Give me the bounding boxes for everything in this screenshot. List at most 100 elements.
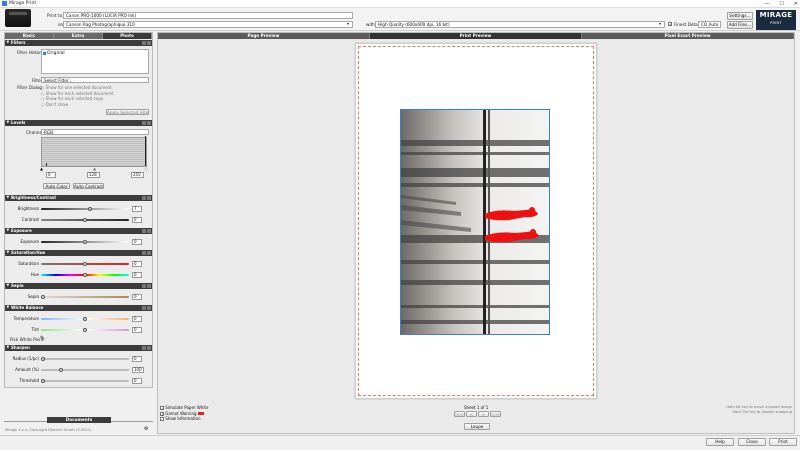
- collapse-icon[interactable]: ▼: [7, 305, 10, 311]
- sepia-slider[interactable]: [41, 294, 129, 299]
- auto-contrast-button[interactable]: Auto Contrast: [73, 183, 104, 189]
- slider-thumb[interactable]: [88, 206, 92, 211]
- slider-thumb[interactable]: [59, 367, 63, 372]
- close-icon[interactable]: [147, 305, 151, 310]
- radius-slider[interactable]: [41, 356, 129, 361]
- collapse-icon[interactable]: ▼: [7, 345, 10, 351]
- list-item[interactable]: Original: [42, 50, 148, 57]
- temperature-slider[interactable]: [41, 316, 129, 321]
- midpoint-handle[interactable]: ▲: [93, 166, 96, 171]
- color-mode-select[interactable]: CO Auto: [698, 21, 721, 28]
- black-point-input[interactable]: 0: [46, 172, 56, 178]
- documents-button[interactable]: Documents: [47, 417, 111, 423]
- slider-thumb[interactable]: [41, 378, 45, 383]
- chevron-down-icon[interactable]: ▾: [347, 21, 349, 26]
- channel-select[interactable]: RGB: [41, 129, 149, 135]
- reset-icon[interactable]: [142, 250, 146, 255]
- saturation-hue-header[interactable]: ▼ Saturation/Hue: [5, 250, 152, 256]
- close-icon[interactable]: [147, 40, 151, 45]
- tint-slider[interactable]: [41, 327, 129, 332]
- threshold-input[interactable]: 0: [132, 378, 142, 384]
- close-icon[interactable]: [147, 228, 151, 233]
- previous-sheet-button[interactable]: <: [466, 411, 477, 417]
- levels-header[interactable]: ▼ Levels: [5, 120, 152, 126]
- quality-select[interactable]: High Quality (600x600 dpi, 16 bit): [375, 21, 665, 28]
- maximize-button[interactable]: ☐: [779, 1, 783, 7]
- first-sheet-button[interactable]: |<<: [454, 411, 465, 417]
- reset-icon[interactable]: [142, 120, 146, 125]
- reset-icon[interactable]: [142, 345, 146, 350]
- close-icon[interactable]: [147, 345, 151, 350]
- contrast-slider[interactable]: [41, 217, 129, 222]
- tab-page-preview[interactable]: Page Preview: [158, 33, 370, 39]
- reset-icon[interactable]: [142, 228, 146, 233]
- collapse-icon[interactable]: ▼: [7, 40, 10, 46]
- minimize-button[interactable]: —: [764, 1, 769, 7]
- radio-option[interactable]: ○ Don't show: [41, 102, 114, 108]
- add-files-button[interactable]: Add Files...: [727, 21, 753, 29]
- collapse-icon[interactable]: ▼: [7, 120, 10, 126]
- tab-print-preview[interactable]: Print Preview: [370, 33, 582, 39]
- midpoint-input[interactable]: 128: [87, 172, 100, 178]
- filter-select[interactable]: Select Filter...: [41, 77, 149, 83]
- close-icon[interactable]: [147, 120, 151, 125]
- close-window-button[interactable]: ✕: [794, 1, 798, 7]
- close-icon[interactable]: [147, 250, 151, 255]
- brightness-contrast-header[interactable]: ▼ Brightness/Contrast: [5, 195, 152, 201]
- gamut-warning-checkbox[interactable]: ✓: [160, 411, 164, 416]
- photo-image[interactable]: [400, 109, 550, 335]
- reset-icon[interactable]: [142, 305, 146, 310]
- black-point-handle[interactable]: ▲: [40, 166, 43, 171]
- saturation-input[interactable]: 0: [132, 261, 142, 267]
- filters-header[interactable]: ▼ Filters: [5, 40, 152, 46]
- simulate-paper-white-checkbox[interactable]: ✓: [160, 406, 164, 411]
- show-information-checkbox[interactable]: [160, 417, 164, 421]
- sharpen-header[interactable]: ▼ Sharpen: [5, 345, 152, 351]
- filter-history-list[interactable]: Original: [41, 49, 149, 74]
- apply-filter-button[interactable]: Apply Selected Filter: [106, 109, 149, 115]
- sepia-header[interactable]: ▼ Sepia: [5, 283, 152, 289]
- show-information-option[interactable]: Show Information: [160, 416, 208, 422]
- loupe-button[interactable]: Loupe: [464, 423, 490, 430]
- exposure-input[interactable]: 0: [132, 239, 142, 245]
- settings-button[interactable]: Settings...: [727, 12, 753, 20]
- slider-thumb[interactable]: [83, 327, 87, 332]
- auto-color-button[interactable]: Auto Color: [43, 183, 70, 189]
- reset-icon[interactable]: [142, 40, 146, 45]
- exposure-slider[interactable]: [41, 239, 129, 244]
- reset-icon[interactable]: [142, 283, 146, 288]
- white-balance-header[interactable]: ▼ White Balance: [5, 305, 152, 311]
- brightness-slider[interactable]: [41, 206, 129, 211]
- tab-extra[interactable]: Extra: [54, 33, 103, 39]
- collapse-icon[interactable]: ▼: [7, 250, 10, 256]
- last-sheet-button[interactable]: >>|: [490, 411, 501, 417]
- amount-slider[interactable]: [41, 367, 129, 372]
- sepia-input[interactable]: 0: [132, 294, 142, 300]
- amount-input[interactable]: 100: [132, 367, 144, 373]
- temperature-input[interactable]: 0: [132, 316, 142, 322]
- slider-thumb[interactable]: [41, 294, 45, 299]
- close-icon[interactable]: [147, 195, 151, 200]
- slider-thumb[interactable]: [83, 239, 87, 244]
- saturation-slider[interactable]: [41, 261, 129, 266]
- slider-thumb[interactable]: [41, 356, 45, 361]
- exposure-header[interactable]: ▼ Exposure: [5, 228, 152, 234]
- finest-details-checkbox[interactable]: ✓: [668, 22, 672, 27]
- hue-slider[interactable]: [41, 272, 129, 277]
- hue-input[interactable]: 0: [132, 272, 142, 278]
- print-button[interactable]: Print: [769, 438, 797, 446]
- white-point-input[interactable]: 255: [131, 172, 144, 178]
- close-icon[interactable]: [147, 283, 151, 288]
- contrast-input[interactable]: 0: [132, 217, 142, 223]
- tab-pixel-exact-preview[interactable]: Pixel Exact Preview: [582, 33, 794, 39]
- tab-basic[interactable]: Basic: [5, 33, 54, 39]
- gear-icon[interactable]: ⚙: [144, 426, 148, 432]
- printer-select[interactable]: Canon PRO-1000 (LUCIA PRO Ink): [63, 12, 353, 19]
- eyedropper-icon[interactable]: ✎: [40, 335, 45, 342]
- reset-icon[interactable]: [142, 195, 146, 200]
- tab-photo[interactable]: Photo: [103, 33, 152, 39]
- threshold-slider[interactable]: [41, 378, 129, 383]
- collapse-icon[interactable]: ▼: [7, 283, 10, 289]
- gamut-color-swatch[interactable]: [197, 412, 204, 415]
- collapse-icon[interactable]: ▼: [7, 195, 10, 201]
